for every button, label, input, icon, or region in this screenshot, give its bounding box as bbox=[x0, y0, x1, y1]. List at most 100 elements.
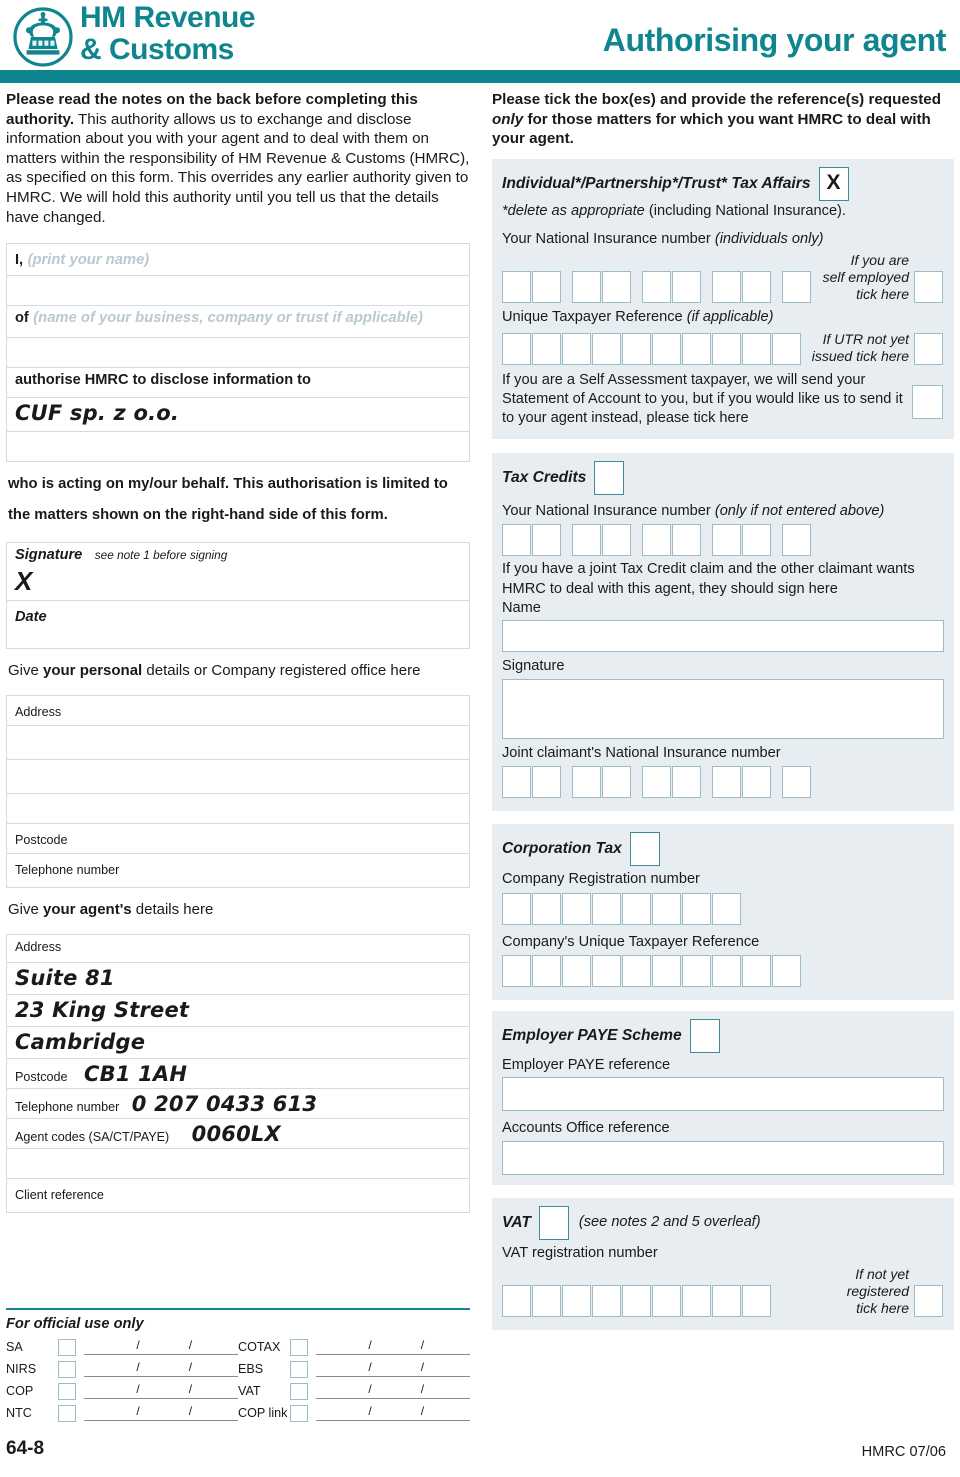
tc-ni-box[interactable] bbox=[642, 524, 671, 557]
joint-signature-field[interactable] bbox=[502, 678, 944, 739]
agent-postcode-row[interactable]: Postcode CB1 1AH bbox=[7, 1059, 469, 1090]
agent-name-row[interactable]: CUF sp. z o.o. bbox=[7, 398, 469, 433]
company-utr-box[interactable] bbox=[712, 955, 741, 988]
crn-box[interactable] bbox=[502, 892, 531, 925]
corporation-tax-checkbox[interactable] bbox=[629, 832, 660, 867]
official-row-checkbox[interactable] bbox=[58, 1360, 76, 1378]
official-use-row[interactable]: COP / / bbox=[6, 1380, 238, 1402]
vat-box[interactable] bbox=[592, 1285, 621, 1318]
utr-box[interactable] bbox=[532, 332, 561, 365]
crn-box[interactable] bbox=[652, 892, 681, 925]
ni-box[interactable] bbox=[502, 271, 531, 304]
your-name-row[interactable]: I, (print your name) bbox=[7, 244, 469, 277]
company-utr-box[interactable] bbox=[562, 955, 591, 988]
utr-box[interactable] bbox=[742, 332, 771, 365]
utr-box[interactable] bbox=[682, 332, 711, 365]
crn-box[interactable] bbox=[622, 892, 651, 925]
vat-box[interactable] bbox=[742, 1285, 771, 1318]
ni-box[interactable] bbox=[782, 271, 811, 304]
official-row-rule[interactable]: / / bbox=[84, 1404, 238, 1421]
self-employed-checkbox[interactable] bbox=[914, 271, 943, 304]
ni-box[interactable] bbox=[642, 271, 671, 304]
ni-box[interactable] bbox=[532, 271, 561, 304]
tc-ni-box[interactable] bbox=[532, 524, 561, 557]
joint-ni-box[interactable] bbox=[672, 766, 701, 799]
official-row-rule[interactable]: / / bbox=[84, 1382, 238, 1399]
company-utr-box[interactable] bbox=[772, 955, 801, 988]
business-name-row[interactable]: of (name of your business, company or tr… bbox=[7, 306, 469, 339]
agent-codes-row[interactable]: Agent codes (SA/CT/PAYE) 0060LX bbox=[7, 1119, 469, 1150]
company-utr-box[interactable] bbox=[592, 955, 621, 988]
personal-postcode-row[interactable]: Postcode bbox=[7, 824, 469, 855]
statement-of-account-checkbox[interactable] bbox=[912, 384, 943, 419]
company-utr-box[interactable] bbox=[502, 955, 531, 988]
crn-box[interactable] bbox=[712, 892, 741, 925]
official-row-checkbox[interactable] bbox=[58, 1404, 76, 1422]
utr-box[interactable] bbox=[562, 332, 591, 365]
personal-telephone-row[interactable]: Telephone number bbox=[7, 854, 469, 889]
personal-address-row-2[interactable] bbox=[7, 726, 469, 761]
joint-ni-box[interactable] bbox=[602, 766, 631, 799]
company-utr-boxes[interactable] bbox=[502, 955, 944, 988]
business-name-row-2[interactable] bbox=[7, 338, 469, 369]
agent-address-row-2[interactable]: 23 King Street bbox=[7, 995, 469, 1028]
official-row-checkbox[interactable] bbox=[290, 1404, 308, 1422]
official-use-row[interactable]: EBS / / bbox=[238, 1358, 470, 1380]
official-row-checkbox[interactable] bbox=[58, 1338, 76, 1356]
vat-box[interactable] bbox=[562, 1285, 591, 1318]
joint-ni-box[interactable] bbox=[642, 766, 671, 799]
joint-ni-boxes[interactable] bbox=[502, 766, 944, 799]
official-row-checkbox[interactable] bbox=[290, 1338, 308, 1356]
joint-ni-box[interactable] bbox=[532, 766, 561, 799]
company-utr-box[interactable] bbox=[682, 955, 711, 988]
crn-boxes[interactable] bbox=[502, 892, 944, 925]
official-use-row[interactable]: NTC / / bbox=[6, 1402, 238, 1424]
vat-box[interactable] bbox=[622, 1285, 651, 1318]
ni-box[interactable] bbox=[742, 271, 771, 304]
official-row-rule[interactable]: / / bbox=[316, 1404, 470, 1421]
vat-box[interactable] bbox=[682, 1285, 711, 1318]
ni-box[interactable] bbox=[672, 271, 701, 304]
official-row-rule[interactable]: / / bbox=[316, 1338, 470, 1355]
agent-telephone-row[interactable]: Telephone number 0 207 0433 613 bbox=[7, 1089, 469, 1120]
crn-box[interactable] bbox=[532, 892, 561, 925]
vat-box[interactable] bbox=[712, 1285, 741, 1318]
joint-name-field[interactable] bbox=[502, 620, 944, 653]
tax-credits-ni-boxes[interactable] bbox=[502, 524, 944, 557]
ni-box[interactable] bbox=[602, 271, 631, 304]
tc-ni-box[interactable] bbox=[502, 524, 531, 557]
ni-box[interactable] bbox=[572, 271, 601, 304]
client-reference-row[interactable]: Client reference bbox=[7, 1179, 469, 1214]
company-utr-box[interactable] bbox=[742, 955, 771, 988]
vat-registration-boxes[interactable]: If not yet registered tick here bbox=[502, 1266, 944, 1318]
tc-ni-box[interactable] bbox=[572, 524, 601, 557]
company-utr-box[interactable] bbox=[532, 955, 561, 988]
joint-ni-box[interactable] bbox=[502, 766, 531, 799]
agent-address-row-1[interactable]: Suite 81 bbox=[7, 963, 469, 996]
crn-box[interactable] bbox=[592, 892, 621, 925]
agent-name-row-2[interactable] bbox=[7, 432, 469, 463]
crn-box[interactable] bbox=[682, 892, 711, 925]
joint-ni-box[interactable] bbox=[742, 766, 771, 799]
personal-address-row-4[interactable] bbox=[7, 794, 469, 825]
joint-ni-box[interactable] bbox=[572, 766, 601, 799]
vat-box[interactable] bbox=[652, 1285, 681, 1318]
company-utr-box[interactable] bbox=[652, 955, 681, 988]
official-row-checkbox[interactable] bbox=[58, 1382, 76, 1400]
date-row[interactable]: Date bbox=[7, 601, 469, 650]
official-use-row[interactable]: VAT / / bbox=[238, 1380, 470, 1402]
signature-row[interactable]: Signature see note 1 before signing X bbox=[7, 543, 469, 602]
official-use-row[interactable]: NIRS / / bbox=[6, 1358, 238, 1380]
official-use-row[interactable]: COP link / / bbox=[238, 1402, 470, 1424]
vat-checkbox[interactable] bbox=[538, 1205, 569, 1240]
tc-ni-box[interactable] bbox=[672, 524, 701, 557]
agent-codes-row-2[interactable] bbox=[7, 1149, 469, 1180]
tc-ni-box[interactable] bbox=[602, 524, 631, 557]
ni-box[interactable] bbox=[712, 271, 741, 304]
personal-address-row-3[interactable] bbox=[7, 760, 469, 795]
joint-ni-box[interactable] bbox=[782, 766, 811, 799]
crn-box[interactable] bbox=[562, 892, 591, 925]
official-row-checkbox[interactable] bbox=[290, 1382, 308, 1400]
joint-ni-box[interactable] bbox=[712, 766, 741, 799]
utr-box[interactable] bbox=[592, 332, 621, 365]
